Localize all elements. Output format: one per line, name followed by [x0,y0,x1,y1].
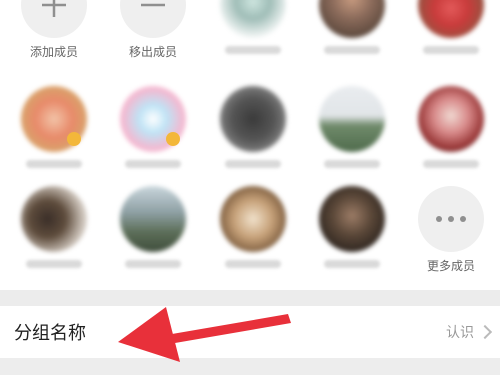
red-arrow-annotation [118,307,291,362]
